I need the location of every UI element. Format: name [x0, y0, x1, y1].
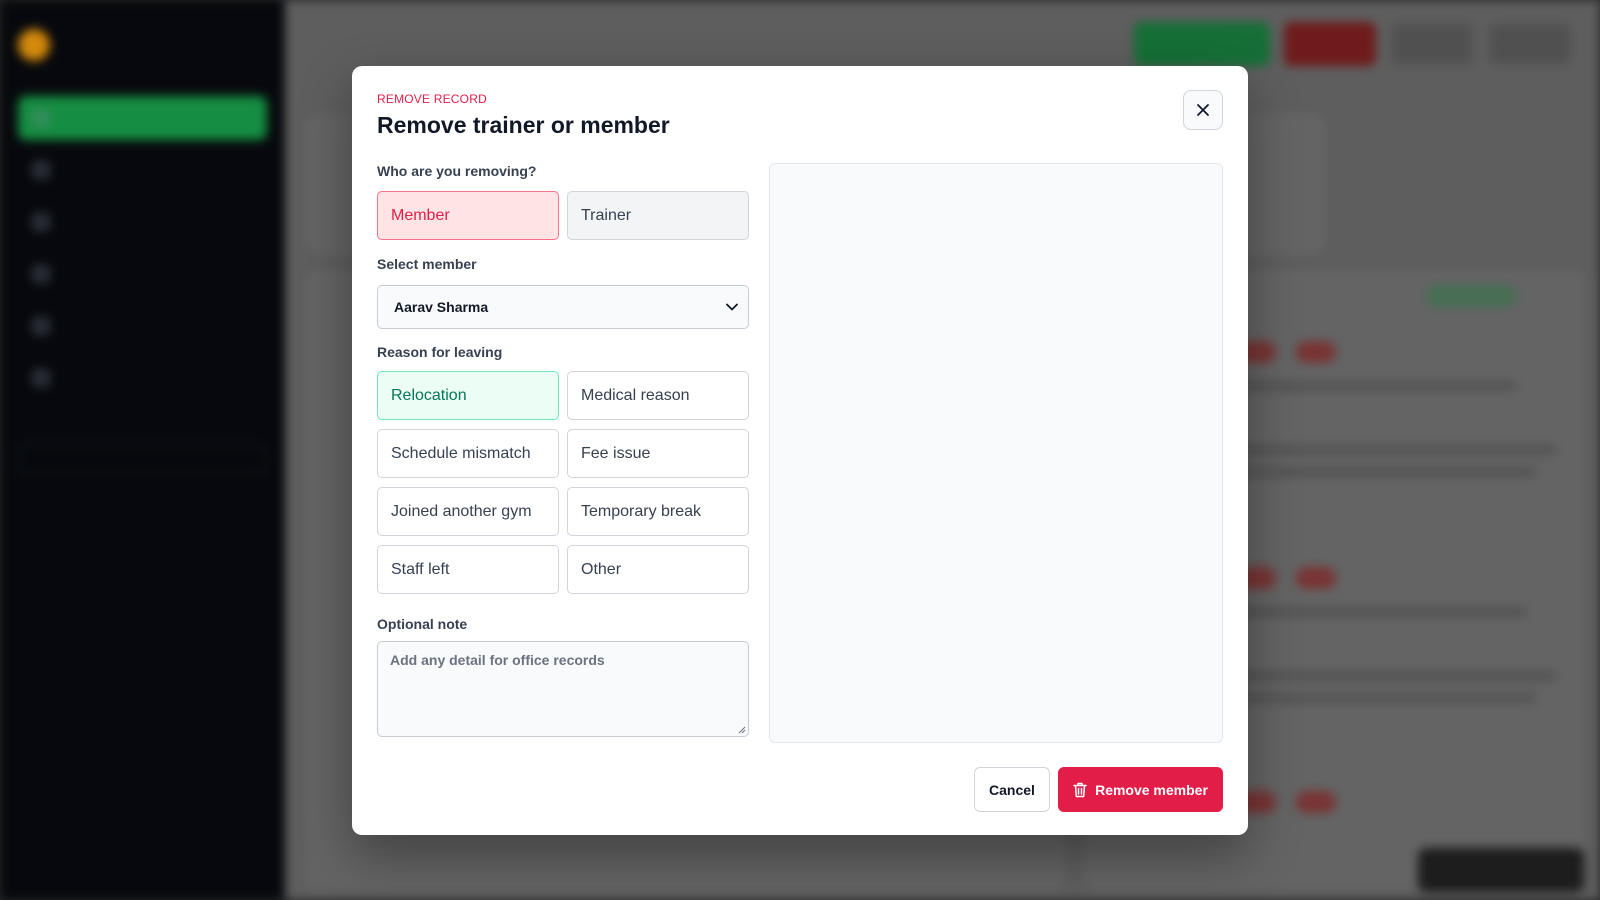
who-option-trainer[interactable]: Trainer — [567, 191, 749, 240]
close-button[interactable] — [1183, 90, 1223, 130]
cancel-button[interactable]: Cancel — [974, 767, 1050, 812]
chevron-down-icon — [726, 303, 738, 311]
member-select[interactable]: Aarav Sharma — [377, 285, 749, 329]
remove-member-button[interactable]: Remove member — [1058, 767, 1223, 812]
reason-option-fee[interactable]: Fee issue — [567, 429, 749, 478]
select-label: Select member — [377, 256, 477, 272]
remove-member-label: Remove member — [1095, 781, 1208, 798]
reason-option-relocation[interactable]: Relocation — [377, 371, 559, 420]
record-preview-panel — [769, 163, 1223, 743]
close-icon — [1197, 104, 1209, 116]
modal-eyebrow: REMOVE RECORD — [377, 92, 487, 106]
note-textarea[interactable]: Add any detail for office records — [377, 641, 749, 737]
reason-option-other-gym[interactable]: Joined another gym — [377, 487, 559, 536]
reason-label: Reason for leaving — [377, 344, 503, 360]
reason-option-temporary-break[interactable]: Temporary break — [567, 487, 749, 536]
reason-option-staff-left[interactable]: Staff left — [377, 545, 559, 594]
who-label: Who are you removing? — [377, 163, 537, 179]
trash-icon — [1073, 782, 1087, 797]
member-select-value: Aarav Sharma — [394, 299, 489, 315]
remove-record-modal: REMOVE RECORD Remove trainer or member W… — [352, 66, 1248, 835]
reason-option-medical[interactable]: Medical reason — [567, 371, 749, 420]
note-label: Optional note — [377, 616, 468, 632]
reason-option-other[interactable]: Other — [567, 545, 749, 594]
reason-option-schedule[interactable]: Schedule mismatch — [377, 429, 559, 478]
modal-title: Remove trainer or member — [377, 112, 670, 138]
who-option-member[interactable]: Member — [377, 191, 559, 240]
textarea-resize-icon[interactable] — [738, 726, 746, 734]
note-placeholder: Add any detail for office records — [390, 652, 605, 668]
